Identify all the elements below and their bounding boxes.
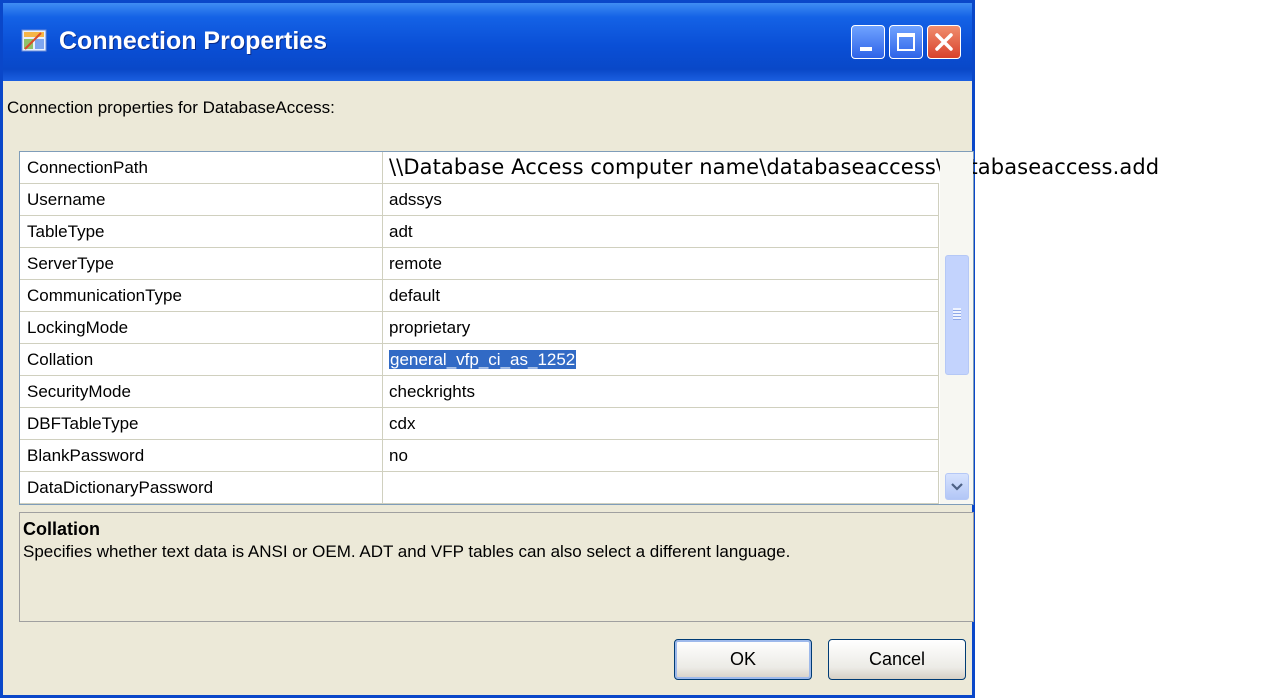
ok-button[interactable]: OK (674, 639, 812, 680)
property-name[interactable]: SecurityMode (20, 376, 383, 408)
selected-value-text[interactable]: general_vfp_ci_as_1252 (389, 350, 577, 369)
property-value[interactable]: \\Database Access computer name\database… (383, 152, 1159, 184)
property-value[interactable]: proprietary (383, 312, 939, 344)
cancel-button[interactable]: Cancel (828, 639, 966, 680)
property-value[interactable]: remote (383, 248, 939, 280)
close-button[interactable] (927, 25, 961, 59)
property-row-securitymode[interactable]: SecurityMode checkrights (20, 376, 939, 409)
property-row-blankpassword[interactable]: BlankPassword no (20, 440, 939, 473)
property-row-username[interactable]: Username adssys (20, 184, 939, 217)
maximize-icon (897, 33, 915, 51)
property-row-datadictionarypassword[interactable]: DataDictionaryPassword (20, 472, 939, 505)
title-bar[interactable]: Connection Properties (3, 3, 972, 81)
property-name[interactable]: CommunicationType (20, 280, 383, 312)
property-name[interactable]: DBFTableType (20, 408, 383, 440)
maximize-button[interactable] (889, 25, 923, 59)
property-name[interactable]: LockingMode (20, 312, 383, 344)
property-name[interactable]: ConnectionPath (20, 152, 383, 184)
property-value[interactable]: checkrights (383, 376, 939, 408)
window-title: Connection Properties (59, 27, 328, 55)
property-name[interactable]: DataDictionaryPassword (20, 472, 383, 504)
connection-properties-window: Connection Properties Connection propert… (0, 0, 1159, 698)
property-row-connectionpath[interactable]: ConnectionPath \\Database Access compute… (20, 152, 1159, 185)
property-value[interactable] (383, 472, 939, 504)
property-row-dbftabletype[interactable]: DBFTableType cdx (20, 408, 939, 441)
property-value[interactable]: cdx (383, 408, 939, 440)
property-name[interactable]: BlankPassword (20, 440, 383, 472)
chevron-down-icon (951, 483, 963, 491)
dialog-description: Connection properties for DatabaseAccess… (7, 98, 335, 117)
vertical-scrollbar[interactable] (940, 152, 973, 504)
property-name[interactable]: Username (20, 184, 383, 216)
property-row-collation[interactable]: Collation general_vfp_ci_as_1252 ··· (20, 344, 939, 377)
property-value[interactable]: adssys (383, 184, 939, 216)
connection-properties-icon (21, 27, 47, 53)
help-text: Specifies whether text data is ANSI or O… (23, 542, 791, 561)
property-row-tabletype[interactable]: TableType adt (20, 216, 939, 249)
property-row-communicationtype[interactable]: CommunicationType default (20, 280, 939, 313)
property-row-lockingmode[interactable]: LockingMode proprietary (20, 312, 939, 345)
property-name[interactable]: TableType (20, 216, 383, 248)
property-grid[interactable]: ConnectionPath \\Database Access compute… (19, 151, 1159, 505)
close-icon (935, 33, 953, 51)
property-name[interactable]: Collation (20, 344, 383, 376)
scrollbar-thumb[interactable] (945, 255, 969, 375)
property-row-servertype[interactable]: ServerType remote (20, 248, 939, 281)
minimize-button[interactable] (851, 25, 885, 59)
help-title: Collation (23, 519, 100, 539)
property-value[interactable]: no (383, 440, 939, 472)
property-help-panel: Collation Specifies whether text data is… (19, 512, 974, 622)
property-value[interactable]: default (383, 280, 939, 312)
scroll-down-button[interactable] (945, 473, 969, 500)
property-value-selected[interactable]: general_vfp_ci_as_1252 ··· (383, 344, 939, 376)
property-name[interactable]: ServerType (20, 248, 383, 280)
minimize-icon (860, 47, 872, 51)
property-value[interactable]: adt (383, 216, 939, 248)
grip-icon (953, 308, 961, 320)
